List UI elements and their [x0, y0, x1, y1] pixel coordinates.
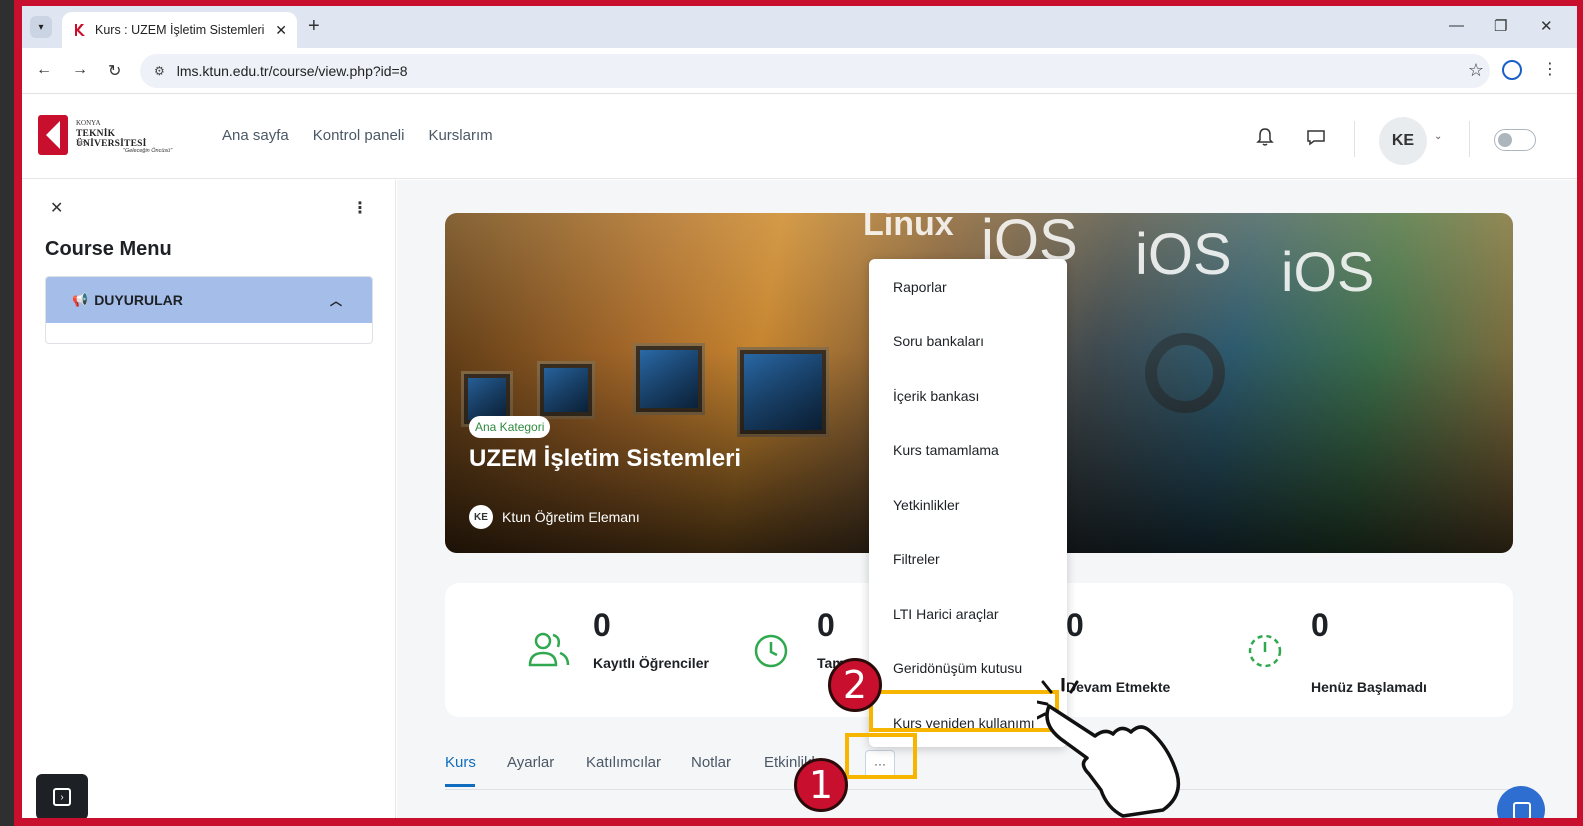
browser-menu-icon[interactable]: ⋮: [1542, 59, 1558, 79]
chevron-down-icon[interactable]: ⌄: [1434, 131, 1442, 142]
logo-line-1: KONYA: [76, 119, 101, 127]
new-tab-button[interactable]: +: [308, 15, 320, 38]
minimize-icon[interactable]: —: [1449, 17, 1464, 34]
menu-item-content-bank[interactable]: İçerik bankası: [893, 388, 979, 404]
tab-strip: ▾ Kurs : UZEM İşletim Sistemleri | ✕ + —…: [22, 6, 1577, 48]
highlight-more-button: [845, 733, 917, 779]
logo-mark-icon: [38, 115, 68, 155]
notification-bell-icon[interactable]: [1256, 127, 1274, 147]
hero-bg-word: iOS: [1281, 240, 1375, 303]
nav-my-courses[interactable]: Kurslarım: [428, 127, 492, 144]
menu-item-recycle-bin[interactable]: Geridönüşüm kutusu: [893, 660, 1022, 676]
fullscreen-button[interactable]: [1497, 786, 1545, 818]
divider: [1469, 121, 1470, 157]
menu-item-question-banks[interactable]: Soru bankaları: [893, 333, 984, 349]
teacher-name: Ktun Öğretim Elemanı: [502, 509, 640, 525]
section-label: DUYURULAR: [94, 292, 183, 308]
close-drawer-icon[interactable]: ✕: [50, 198, 63, 218]
site-logo[interactable]: KONYA TEKNİK ÜNİVERSİTESİ 1970 "Geleceği…: [38, 115, 188, 159]
hero-bg-word: iOS: [1135, 222, 1232, 287]
primary-nav: Ana sayfa Kontrol paneli Kurslarım: [222, 127, 493, 144]
stat-label: Kayıtlı Öğrenciler: [593, 655, 709, 671]
tab-search-button[interactable]: ▾: [30, 16, 52, 38]
stat-value: 0: [1066, 607, 1084, 643]
left-edge: [0, 0, 14, 826]
tab-settings[interactable]: Ayarlar: [507, 754, 554, 771]
course-drawer: ✕ ⋮ Course Menu 📢 DUYURULAR ︿ ›: [22, 180, 396, 818]
teacher-avatar: KE: [469, 505, 493, 529]
nav-dashboard[interactable]: Kontrol paneli: [313, 127, 405, 144]
menu-item-reports[interactable]: Raporlar: [893, 279, 947, 295]
tab-title: Kurs : UZEM İşletim Sistemleri |: [95, 23, 270, 37]
more-dropdown-menu: Raporlar Soru bankaları İçerik bankası K…: [869, 259, 1067, 747]
stat-value: 0: [1311, 607, 1329, 643]
open-block-drawer-button[interactable]: ›: [36, 774, 88, 818]
highlight-course-reuse: [869, 690, 1059, 732]
divider: [1354, 121, 1355, 157]
drawer-menu-icon[interactable]: ⋮: [352, 198, 368, 218]
back-icon[interactable]: ←: [36, 61, 52, 79]
timer-icon: [1248, 634, 1282, 668]
nav-home[interactable]: Ana sayfa: [222, 127, 289, 144]
tab-participants[interactable]: Katılımcılar: [586, 754, 661, 771]
megaphone-icon: 📢: [72, 292, 89, 307]
menu-item-lti-tools[interactable]: LTI Harici araçlar: [893, 606, 999, 622]
stat-value: 0: [817, 607, 835, 643]
users-icon: [528, 632, 570, 667]
tab-course[interactable]: Kurs: [445, 754, 476, 771]
course-secondary-nav: Kurs Ayarlar Katılımcılar Notlar Etkinli…: [445, 750, 1513, 790]
browser-tab[interactable]: Kurs : UZEM İşletim Sistemleri | ✕: [62, 12, 297, 48]
user-avatar[interactable]: KE: [1379, 117, 1427, 165]
profile-icon[interactable]: [1502, 60, 1522, 80]
url-text: lms.ktun.edu.tr/course/view.php?id=8: [176, 63, 408, 79]
browser-window: ▾ Kurs : UZEM İşletim Sistemleri | ✕ + —…: [22, 6, 1577, 818]
section-header[interactable]: 📢 DUYURULAR ︿: [46, 277, 372, 323]
menu-item-competencies[interactable]: Yetkinlikler: [893, 497, 959, 513]
forward-icon[interactable]: →: [72, 61, 88, 79]
stat-label: Henüz Başlamadı: [1311, 679, 1427, 695]
teacher-info: KE Ktun Öğretim Elemanı: [469, 505, 640, 529]
messages-icon[interactable]: [1306, 129, 1326, 146]
address-row: ← → ↻ ⚙ lms.ktun.edu.tr/course/view.php?…: [22, 48, 1577, 94]
tab-close-icon[interactable]: ✕: [275, 22, 287, 39]
logo-line-2: TEKNİK ÜNİVERSİTESİ: [76, 129, 147, 149]
category-badge: Ana Kategori: [469, 416, 551, 438]
step-2-badge: 2: [828, 658, 882, 712]
edit-mode-toggle[interactable]: [1494, 129, 1536, 151]
chevron-up-icon[interactable]: ︿: [330, 292, 342, 309]
drawer-title: Course Menu: [45, 238, 172, 260]
close-window-icon[interactable]: ✕: [1540, 17, 1553, 35]
ktun-favicon-icon: [72, 23, 86, 37]
site-navbar: KONYA TEKNİK ÜNİVERSİTESİ 1970 "Geleceği…: [22, 95, 1577, 179]
active-tab-underline: [445, 784, 475, 787]
clock-icon: [754, 634, 788, 668]
course-title: UZEM İşletim Sistemleri: [469, 445, 742, 472]
stat-value: 0: [593, 607, 611, 643]
bookmark-star-icon[interactable]: ☆: [1468, 60, 1484, 81]
step-1-badge: 1: [794, 758, 848, 812]
hero-bg-word: Linux: [863, 213, 954, 243]
tab-grades[interactable]: Notlar: [691, 754, 731, 771]
chevron-right-icon: ›: [53, 788, 71, 806]
address-bar[interactable]: ⚙ lms.ktun.edu.tr/course/view.php?id=8 ☆: [140, 54, 1490, 88]
site-settings-icon[interactable]: ⚙: [154, 64, 165, 78]
reload-icon[interactable]: ↻: [108, 61, 121, 81]
restore-icon[interactable]: ❐: [1494, 17, 1507, 35]
logo-year: 1970: [76, 141, 88, 147]
logo-slogan: "Geleceğin Öncüsü": [123, 148, 173, 154]
course-section: 📢 DUYURULAR ︿: [45, 276, 373, 344]
pointing-hand-icon: [1037, 678, 1181, 818]
menu-item-course-completion[interactable]: Kurs tamamlama: [893, 442, 999, 458]
menu-item-filters[interactable]: Filtreler: [893, 551, 940, 567]
